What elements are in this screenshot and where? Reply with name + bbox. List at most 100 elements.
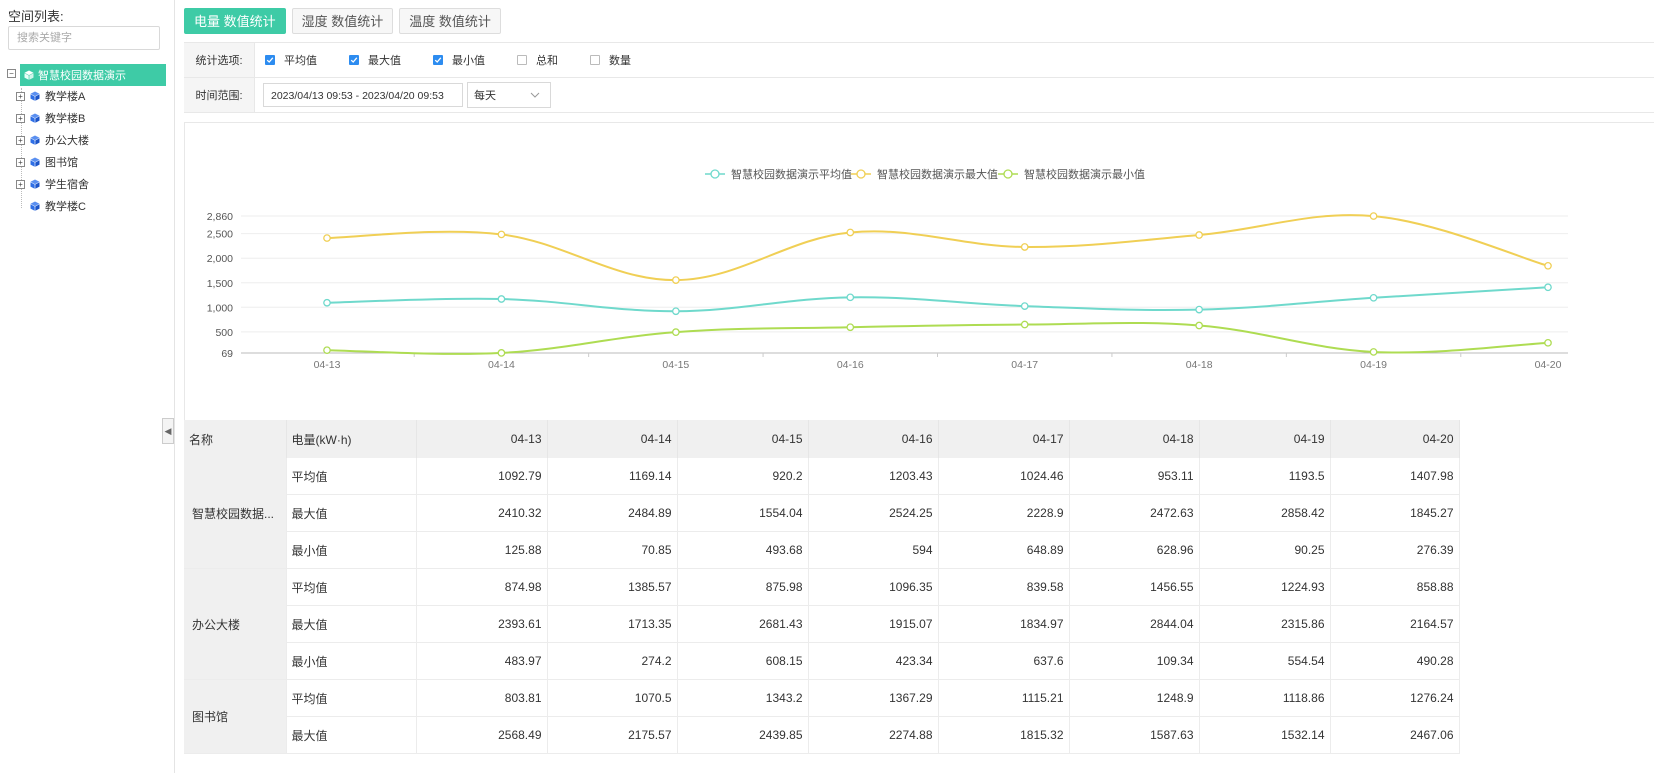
checkbox-box[interactable] — [265, 55, 275, 65]
time-range-label: 时间范围: — [184, 78, 255, 112]
data-point — [323, 346, 331, 355]
expand-toggle[interactable]: + — [16, 136, 25, 145]
tab-humidity[interactable]: 湿度 数值统计 — [291, 8, 394, 34]
value-cell: 2524.25 — [808, 494, 939, 532]
value-cell: 594 — [808, 531, 939, 569]
value-cell: 1343.2 — [677, 679, 809, 717]
checkbox-box[interactable] — [349, 55, 359, 65]
x-tick-label: 04-16 — [837, 359, 864, 371]
tree-node[interactable]: 教学楼C — [30, 196, 86, 216]
cube-icon — [24, 70, 34, 80]
tree-node[interactable]: 办公大楼 — [30, 130, 89, 150]
column-header-date: 04-15 — [677, 420, 809, 458]
tree-node[interactable]: 教学楼B — [30, 108, 85, 128]
x-tick-label: 04-17 — [1011, 359, 1038, 371]
tree-node-label: 教学楼A — [45, 91, 86, 103]
value-cell: 803.81 — [416, 679, 548, 717]
interval-select[interactable]: 每天 — [467, 82, 551, 108]
option-checkbox[interactable]: 最大值 — [349, 52, 401, 68]
y-tick-label: 2,860 — [207, 211, 233, 223]
value-cell: 1203.43 — [808, 458, 939, 495]
search-input[interactable] — [8, 26, 160, 50]
tree-node[interactable]: 学生宿舍 — [30, 174, 89, 194]
data-point — [846, 228, 855, 237]
value-cell: 1367.29 — [808, 679, 939, 717]
data-point — [672, 307, 680, 316]
value-cell: 2228.9 — [938, 494, 1070, 532]
value-cell: 1070.5 — [547, 679, 678, 717]
value-cell: 483.97 — [416, 642, 548, 680]
y-tick-label: 2,500 — [207, 229, 233, 241]
collapse-sidebar-button[interactable]: ◀ — [162, 418, 174, 444]
data-point — [1544, 338, 1552, 347]
tab-temperature[interactable]: 温度 数值统计 — [399, 8, 501, 34]
tree-node-root[interactable]: 智慧校园数据演示 — [20, 64, 166, 86]
expand-toggle[interactable]: + — [16, 180, 25, 189]
table-row: 最大值 2410.32 2484.89 1554.04 2524.25 2228.9 247… — [184, 494, 1460, 532]
collapse-toggle-root[interactable]: − — [7, 69, 16, 78]
expand-toggle[interactable]: + — [16, 92, 25, 101]
tree-node-label: 教学楼B — [45, 113, 86, 125]
value-cell: 90.25 — [1199, 531, 1331, 569]
option-checkbox[interactable]: 最小值 — [433, 52, 485, 68]
x-tick-label: 04-20 — [1535, 359, 1562, 371]
data-point — [1369, 293, 1378, 302]
cube-icon — [30, 91, 40, 101]
option-checkbox[interactable]: 平均值 — [265, 52, 317, 68]
stats-table-wrap: 名称 电量(kW·h) 04-13 04-14 04-15 04-16 04-1… — [184, 420, 1474, 754]
value-cell: 1407.98 — [1330, 458, 1460, 495]
sidebar-title: 空间列表: — [8, 9, 64, 24]
data-point — [1020, 320, 1029, 329]
checkbox-box[interactable] — [590, 55, 600, 65]
value-cell: 858.88 — [1330, 568, 1460, 606]
tab-electricity[interactable]: 电量 数值统计 — [184, 8, 286, 34]
tree-node[interactable]: 教学楼A — [30, 86, 85, 106]
column-header-date: 04-16 — [808, 420, 939, 458]
value-cell: 1713.35 — [547, 605, 678, 643]
y-tick-label: 1,500 — [207, 278, 233, 290]
metric-cell: 平均值 — [286, 679, 417, 717]
x-tick-label: 04-19 — [1360, 359, 1387, 371]
checkbox-box[interactable] — [433, 55, 443, 65]
date-range-input[interactable]: 2023/04/13 09:53 - 2023/04/20 09:53 — [263, 83, 463, 107]
option-checkbox[interactable]: 总和 — [517, 52, 558, 68]
column-header-date: 04-20 — [1330, 420, 1460, 458]
value-cell: 1096.35 — [808, 568, 939, 606]
column-header-date: 04-17 — [938, 420, 1070, 458]
value-cell: 109.34 — [1069, 642, 1200, 680]
tree-node-label: 智慧校园数据演示 — [38, 70, 126, 82]
option-checkbox[interactable]: 数量 — [590, 52, 631, 68]
data-point — [846, 293, 855, 302]
value-cell: 1169.14 — [547, 458, 678, 495]
y-tick-label: 1,000 — [207, 302, 233, 314]
chevron-down-icon — [530, 92, 540, 98]
table-row: 最大值 2393.61 1713.35 2681.43 1915.07 1834.97 28… — [184, 605, 1460, 643]
value-cell: 1456.55 — [1069, 568, 1200, 606]
value-cell: 2858.42 — [1199, 494, 1331, 532]
legend-marker — [1003, 169, 1013, 179]
checkbox-box[interactable] — [517, 55, 527, 65]
column-header-date: 04-13 — [416, 420, 548, 458]
option-label: 最大值 — [368, 55, 401, 67]
tree-node[interactable]: 图书馆 — [30, 152, 78, 172]
check-icon — [434, 57, 442, 63]
expand-toggle[interactable]: + — [16, 158, 25, 167]
stat-tabs: 电量 数值统计 湿度 数值统计 温度 数值统计 — [184, 8, 501, 34]
value-cell: 490.28 — [1330, 642, 1460, 680]
data-point — [672, 328, 680, 337]
value-cell: 2274.88 — [808, 716, 939, 754]
value-cell: 2467.06 — [1330, 716, 1460, 754]
table-row: 最小值 125.88 70.85 493.68 594 648.89 628.96 90.25… — [184, 531, 1460, 569]
value-cell: 493.68 — [677, 531, 809, 569]
data-point — [1369, 348, 1378, 356]
value-cell: 920.2 — [677, 458, 809, 495]
data-point — [1544, 283, 1552, 292]
x-tick-label: 04-13 — [314, 359, 341, 371]
value-cell: 608.15 — [677, 642, 809, 680]
group-name-cell: 图书馆 — [184, 679, 287, 754]
tree-node-label: 图书馆 — [45, 157, 78, 169]
expand-toggle[interactable]: + — [16, 114, 25, 123]
legend-label: 智慧校园数据演示平均值 — [731, 167, 852, 181]
table-header-row: 名称 电量(kW·h) 04-13 04-14 04-15 04-16 04-1… — [184, 420, 1460, 458]
value-cell: 1815.32 — [938, 716, 1070, 754]
